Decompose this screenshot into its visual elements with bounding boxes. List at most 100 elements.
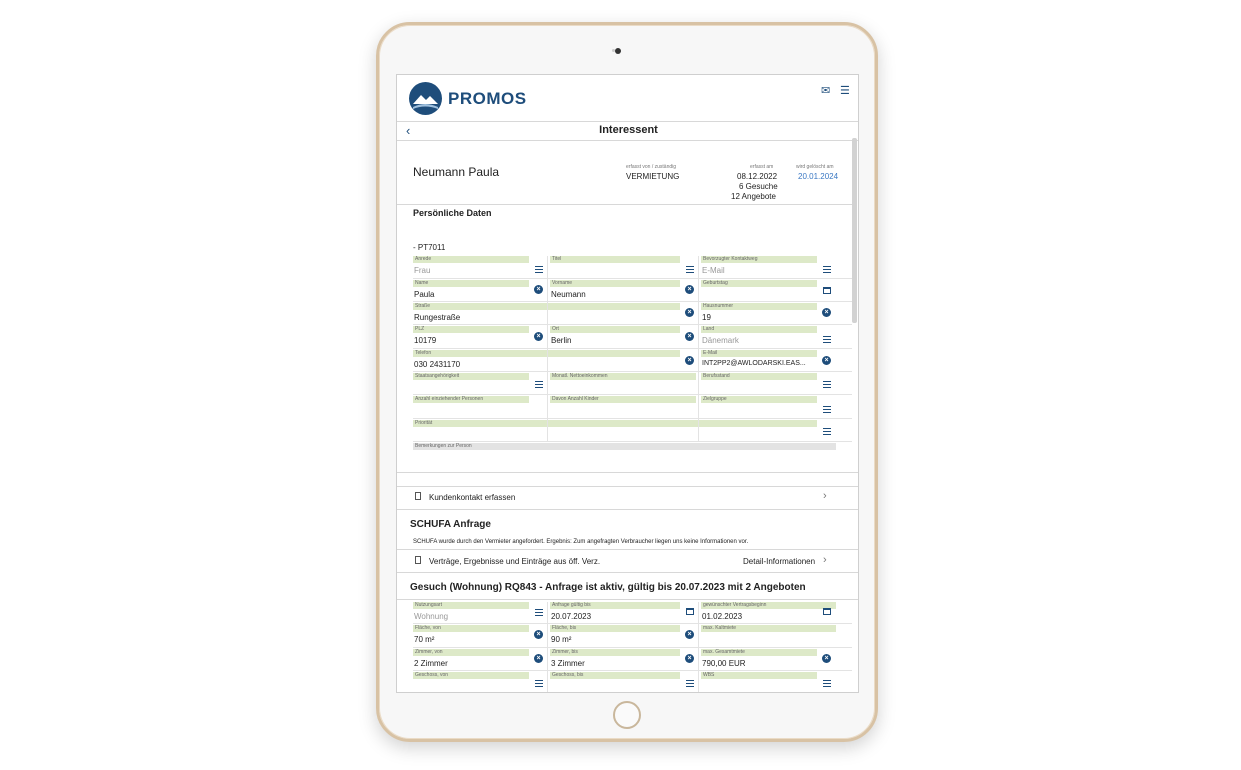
- created-value: 08.12.2022: [737, 172, 778, 181]
- row-divider: [413, 418, 852, 419]
- row-divider: [413, 623, 852, 624]
- promos-logo-icon[interactable]: [409, 82, 442, 115]
- list-icon[interactable]: [535, 680, 543, 687]
- kontaktweg-select[interactable]: E-Mail: [702, 266, 725, 275]
- anrede-select[interactable]: Frau: [414, 266, 430, 275]
- clear-icon[interactable]: ×: [534, 332, 543, 341]
- vorname-input[interactable]: Neumann: [551, 290, 586, 299]
- zimmer-von-label: Zimmer, von: [413, 649, 529, 656]
- calendar-icon[interactable]: [686, 608, 694, 615]
- zimmer-bis-label: Zimmer, bis: [550, 649, 680, 656]
- list-icon[interactable]: [823, 428, 831, 435]
- clear-icon[interactable]: ×: [685, 332, 694, 341]
- delete-date: 20.01.2024: [798, 172, 839, 181]
- list-icon[interactable]: [823, 381, 831, 388]
- anrede-label: Anrede: [413, 256, 529, 263]
- flaeche-bis-input[interactable]: 90 m²: [551, 635, 571, 644]
- column-divider: [547, 602, 548, 692]
- gueltig-label: Anfrage gültig bis: [550, 602, 680, 609]
- clear-icon[interactable]: ×: [822, 308, 831, 317]
- ort-input[interactable]: Berlin: [551, 336, 571, 345]
- clear-icon[interactable]: ×: [685, 308, 694, 317]
- clear-icon[interactable]: ×: [534, 630, 543, 639]
- nutzungsart-select[interactable]: Wohnung: [414, 612, 448, 621]
- mail-icon[interactable]: ✉: [821, 84, 830, 97]
- offers-count: 12 Angebote: [731, 192, 776, 201]
- clear-icon[interactable]: ×: [685, 654, 694, 663]
- list-icon[interactable]: [823, 266, 831, 273]
- email-input[interactable]: INT2PP2@AWLODARSKI.EAS...: [702, 360, 806, 367]
- gesuch-title: Gesuch (Wohnung) RQ843 - Anfrage ist akt…: [410, 582, 806, 593]
- app-screen: PROMOS ✉ ☰ ‹ Interessent Neumann Paula e…: [396, 74, 859, 693]
- clear-icon[interactable]: ×: [534, 654, 543, 663]
- person-name: Neumann Paula: [413, 165, 500, 179]
- list-icon[interactable]: [823, 680, 831, 687]
- telefon-input[interactable]: 030 2431170: [414, 360, 460, 369]
- created-label: erfasst am: [750, 164, 774, 170]
- menu-icon[interactable]: ☰: [840, 84, 850, 97]
- row-divider: [413, 301, 852, 302]
- list-icon[interactable]: [686, 266, 694, 273]
- titel-label: Titel: [550, 256, 680, 263]
- clear-icon[interactable]: ×: [534, 285, 543, 294]
- land-select[interactable]: Dänemark: [702, 336, 739, 345]
- column-divider: [698, 256, 699, 441]
- home-button[interactable]: [613, 701, 641, 729]
- land-label: Land: [701, 326, 817, 333]
- strasse-input[interactable]: Rungestraße: [414, 313, 460, 322]
- beginn-label: gewünschter Vertragsbeginn: [701, 602, 836, 609]
- list-icon[interactable]: [823, 336, 831, 343]
- brand-name: PROMOS: [448, 89, 527, 108]
- gesamtmiete-input[interactable]: 790,00 EUR: [702, 659, 746, 668]
- gueltig-input[interactable]: 20.07.2023: [551, 612, 591, 621]
- staat-label: Staatsangehörigkeit: [413, 373, 529, 380]
- flaeche-von-label: Fläche, von: [413, 625, 529, 632]
- hausnummer-input[interactable]: 19: [702, 313, 711, 322]
- netto-label: Monatl. Nettoeinkommen: [550, 373, 696, 380]
- personen-label: Anzahl einziehender Personen: [413, 396, 529, 403]
- tablet-camera: [615, 48, 621, 54]
- list-icon[interactable]: [686, 680, 694, 687]
- clear-icon[interactable]: ×: [822, 356, 831, 365]
- name-input[interactable]: Paula: [414, 290, 434, 299]
- detail-info-link[interactable]: Detail-Informationen: [743, 557, 815, 566]
- hausnummer-label: Hausnummer: [701, 303, 817, 310]
- section-divider: [397, 549, 858, 550]
- bemerkungen-label[interactable]: Bemerkungen zur Person: [413, 443, 836, 450]
- calendar-icon[interactable]: [823, 287, 831, 294]
- vertraege-link[interactable]: Verträge, Ergebnisse und Einträge aus öf…: [429, 557, 600, 566]
- beginn-input[interactable]: 01.02.2023: [702, 612, 742, 621]
- row-divider: [413, 348, 852, 349]
- zimmer-von-input[interactable]: 2 Zimmer: [414, 659, 448, 668]
- assigned-label: erfasst von / zuständig: [626, 164, 677, 170]
- list-icon[interactable]: [823, 406, 831, 413]
- plz-input[interactable]: 10179: [414, 336, 436, 345]
- list-icon[interactable]: [535, 381, 543, 388]
- flaeche-von-input[interactable]: 70 m²: [414, 635, 434, 644]
- title-divider: [397, 140, 858, 141]
- zimmer-bis-input[interactable]: 3 Zimmer: [551, 659, 585, 668]
- document-icon: [415, 556, 421, 564]
- clear-icon[interactable]: ×: [685, 285, 694, 294]
- section-divider: [397, 486, 858, 487]
- calendar-icon[interactable]: [823, 608, 831, 615]
- clear-icon[interactable]: ×: [685, 356, 694, 365]
- list-icon[interactable]: [535, 266, 543, 273]
- row-divider: [413, 371, 852, 372]
- list-icon[interactable]: [535, 609, 543, 616]
- clear-icon[interactable]: ×: [822, 654, 831, 663]
- gesamtmiete-label: max. Gesamtmiete: [701, 649, 817, 656]
- chevron-right-icon[interactable]: ›: [823, 490, 827, 502]
- geburtstag-label: Geburtstag: [701, 280, 817, 287]
- prioritaet-label: Priorität: [413, 420, 817, 427]
- plz-label: PLZ: [413, 326, 529, 333]
- nutzungsart-label: Nutzungsart: [413, 602, 529, 609]
- chevron-right-icon[interactable]: ›: [823, 554, 827, 566]
- section-divider: [397, 509, 858, 510]
- clear-icon[interactable]: ×: [685, 630, 694, 639]
- delete-label: wird gelöscht am: [796, 164, 834, 170]
- name-label: Name: [413, 280, 529, 287]
- summary-divider: [397, 204, 852, 205]
- scrollbar[interactable]: [852, 138, 857, 323]
- kundenkontakt-link[interactable]: Kundenkontakt erfassen: [429, 493, 515, 502]
